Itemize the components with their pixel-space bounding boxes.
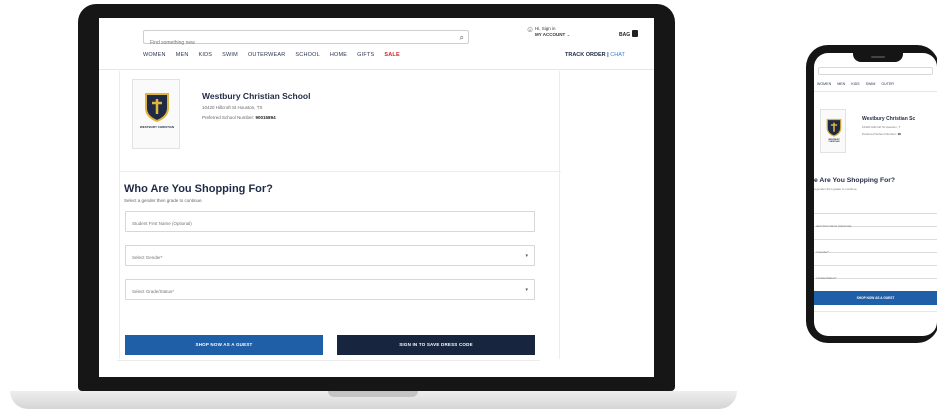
mobile-school-logo: WESTBURY CHRISTIAN [820,109,846,153]
mobile-gender-select[interactable] [814,239,937,258]
mobile-shopping-for-subheading: a gender then grade to continue. [814,187,858,191]
account-label: MY ACCOUNT [535,32,566,37]
site-header: ⌕ ☺ Hi, Sign in MY ACCOUNT ⌄ BAG WOMEN M… [99,18,654,70]
account-menu[interactable]: ☺ Hi, Sign in MY ACCOUNT ⌄ [526,26,571,38]
gender-select-input[interactable] [126,248,534,267]
chevron-down-icon: ▾ [525,253,528,259]
nav-item-outerwear[interactable]: OUTERWEAR [248,52,285,58]
utility-links: TRACK ORDER | CHAT [565,52,625,58]
nav-item-swim[interactable]: SWIM [222,52,238,58]
phone-notch [853,53,903,62]
mobile-search-bar[interactable] [818,67,933,75]
mobile-nav-women[interactable]: WOMEN [817,82,831,86]
phone-speaker [871,56,885,58]
mobile-school-number-value: 90 [897,132,902,136]
school-name: Westbury Christian School [202,91,311,101]
bag-link[interactable]: BAG [619,30,639,38]
user-icon: ☺ [526,25,535,34]
school-number-label: Preferred School Number: [202,115,255,120]
bag-label: BAG [619,32,631,38]
mobile-header-divider [814,91,937,92]
school-crest-icon [145,93,169,122]
shopping-for-subheading: Select a gender then grade to continue. [124,198,203,203]
search-bar[interactable]: ⌕ [143,30,469,49]
school-number: Preferred School Number: 90015894 [202,115,276,120]
chevron-down-icon: ▾ [525,287,528,293]
main-nav: WOMEN MEN KIDS SWIM OUTERWEAR SCHOOL HOM… [143,52,400,58]
crest-label: WESTBURY CHRISTIAN [828,139,840,144]
mobile-student-name-input[interactable] [814,220,937,232]
school-address: 10420 Hillcroft St Houston, TX [202,105,263,110]
mobile-grade-select-input[interactable] [814,272,937,284]
chevron-down-icon: ⌄ [566,32,571,37]
track-order-link[interactable]: TRACK ORDER [565,52,606,58]
nav-item-women[interactable]: WOMEN [143,52,166,58]
nav-item-gifts[interactable]: GIFTS [357,52,374,58]
section-divider [120,171,561,172]
mobile-school-number: Preferred School Number: 90 [862,132,901,136]
mobile-nav-kids[interactable]: KIDS [851,82,859,86]
mobile-shopping-for-heading: e Are You Shopping For? [814,177,896,184]
school-crest-icon [826,118,842,137]
mobile-school-name: Westbury Christian Sc [862,116,916,122]
mobile-nav-men[interactable]: MEN [837,82,845,86]
mobile-screen: WOMEN MEN KIDS SWIM OUTER WESTBURY CHRIS… [814,53,937,336]
school-number-value: 90015894 [255,115,276,120]
footer-divider [117,360,540,361]
gender-select[interactable]: ▾ [125,245,535,267]
desktop-screen: ⌕ ☺ Hi, Sign in MY ACCOUNT ⌄ BAG WOMEN M… [99,18,654,377]
student-name-field[interactable] [125,211,535,233]
school-logo: WESTBURY CHRISTIAN [132,79,180,149]
grade-select[interactable]: ▾ [125,279,535,301]
shopping-for-heading: Who Are You Shopping For? [124,183,273,195]
shop-as-guest-button[interactable]: SHOP NOW AS A GUEST [125,335,323,355]
mobile-nav-swim[interactable]: SWIM [866,82,876,86]
chat-link[interactable]: CHAT [610,52,625,58]
search-input[interactable] [144,37,444,49]
mobile-nav: WOMEN MEN KIDS SWIM OUTER [817,82,894,86]
search-icon[interactable]: ⌕ [460,33,464,43]
school-section: WESTBURY CHRISTIAN Westbury Christian Sc… [119,71,561,359]
nav-item-kids[interactable]: KIDS [199,52,213,58]
nav-item-men[interactable]: MEN [176,52,189,58]
nav-item-school[interactable]: SCHOOL [295,52,319,58]
mobile-student-name-field[interactable] [814,213,937,232]
nav-item-home[interactable]: HOME [330,52,347,58]
mobile-gender-select-input[interactable] [814,246,937,258]
mobile-shop-as-guest-button[interactable]: SHOP NOW AS A GUEST [814,291,937,305]
shopping-bag-icon [632,30,639,37]
student-name-input[interactable] [126,214,534,233]
mobile-nav-outer[interactable]: OUTER [881,82,894,86]
nav-item-sale[interactable]: SALE [384,52,399,58]
mobile-school-number-label: Preferred School Number: [862,132,897,136]
mobile-grade-select[interactable] [814,265,937,284]
sign-in-save-dress-code-button[interactable]: SIGN IN TO SAVE DRESS CODE [337,335,535,355]
mobile-school-address: 10420 Hillcroft St Houston, T [862,125,901,129]
grade-select-input[interactable] [126,282,534,301]
crest-label: WESTBURY CHRISTIAN [139,125,175,129]
laptop-notch [328,391,418,397]
mobile-footer-divider [814,311,937,312]
